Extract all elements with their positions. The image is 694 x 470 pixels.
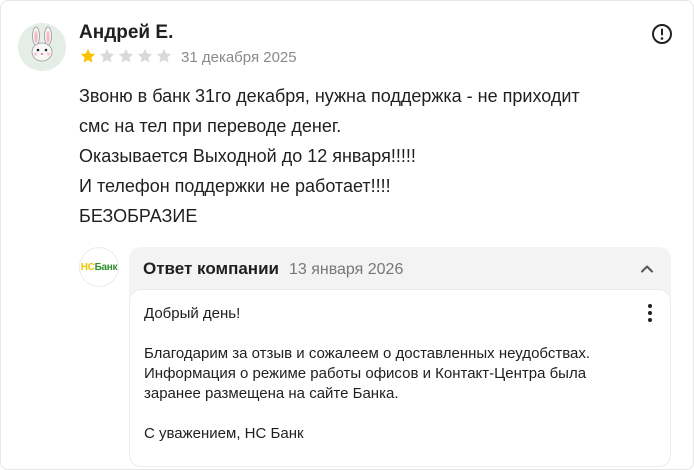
review-text: Звоню в банк 31го декабря, нужна поддерж… xyxy=(79,81,669,231)
user-avatar[interactable] xyxy=(18,23,66,71)
reply-signature: С уважением, НС Банк xyxy=(144,425,304,442)
reply-body-line: Благодарим за отзыв и сожалеем о доставл… xyxy=(144,345,591,362)
reply-greeting: Добрый день! xyxy=(144,305,241,322)
reply-body-line: Информация о режиме работы офисов и Конт… xyxy=(144,365,587,382)
reply-body: Добрый день! Благодарим за отзыв и сожал… xyxy=(129,289,671,467)
collapse-reply-button[interactable] xyxy=(637,259,657,279)
bunny-avatar-icon xyxy=(18,23,66,71)
company-logo[interactable]: НСБанк xyxy=(79,247,119,287)
report-button[interactable] xyxy=(651,23,673,45)
exclamation-circle-icon xyxy=(652,24,672,44)
company-reply: Ответ компании 13 января 2026 Добрый ден… xyxy=(129,247,671,467)
reply-title: Ответ компании xyxy=(143,259,279,278)
reply-header[interactable]: Ответ компании 13 января 2026 xyxy=(143,259,403,279)
review-card: Андрей Е. 31 декабря 2025 Звоню в банк 3… xyxy=(0,0,694,470)
company-logo-text: НСБанк xyxy=(80,261,118,273)
star-empty-icon xyxy=(137,48,153,63)
reply-text: Добрый день! Благодарим за отзыв и сожал… xyxy=(144,304,644,444)
review-text-line: Оказывается Выходной до 12 января!!!!! xyxy=(79,146,416,166)
reply-body-line: заранее размещена на сайте Банка. xyxy=(144,385,399,402)
review-author[interactable]: Андрей Е. xyxy=(79,22,173,44)
review-text-line: Звоню в банк 31го декабря, нужна поддерж… xyxy=(79,86,580,106)
reply-date: 13 января 2026 xyxy=(288,261,404,278)
star-rating xyxy=(79,47,173,65)
review-text-line: БЕЗОБРАЗИЕ xyxy=(79,206,198,226)
kebab-menu-icon[interactable] xyxy=(642,302,658,324)
review-text-line: И телефон поддержки не работает!!!! xyxy=(79,176,391,196)
review-date: 31 декабря 2025 xyxy=(181,49,297,66)
chevron-up-icon xyxy=(641,265,653,273)
star-empty-icon xyxy=(118,48,134,63)
star-empty-icon xyxy=(156,48,172,63)
star-empty-icon xyxy=(99,48,115,63)
star-filled-icon xyxy=(80,48,96,63)
review-text-line: смс на тел при переводе денег. xyxy=(79,116,342,136)
